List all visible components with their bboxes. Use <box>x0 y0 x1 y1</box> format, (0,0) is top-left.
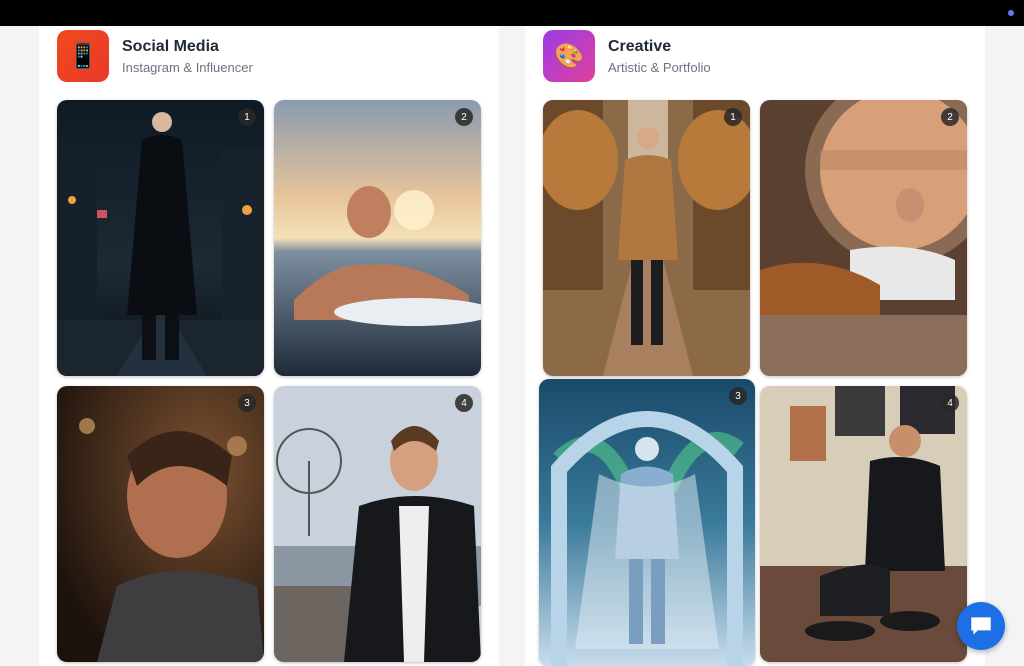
category-subtitle: Instagram & Influencer <box>122 60 253 75</box>
gallery-image[interactable]: 4 <box>760 386 967 662</box>
gallery-image[interactable]: 3 <box>539 379 755 666</box>
gallery-image[interactable]: 2 <box>760 100 967 376</box>
gallery-image[interactable]: 1 <box>543 100 750 376</box>
image-number-badge: 3 <box>238 394 256 412</box>
chat-button[interactable] <box>957 602 1005 650</box>
palette-icon: 🎨 <box>543 30 595 82</box>
category-card-social-media: 📱 Social Media Instagram & Influencer 1 <box>39 26 499 666</box>
category-subtitle: Artistic & Portfolio <box>608 60 711 75</box>
chat-icon <box>971 617 991 635</box>
category-card-creative: 🎨 Creative Artistic & Portfolio 1 2 3 4 <box>525 26 985 666</box>
image-number-badge: 2 <box>941 108 959 126</box>
image-number-badge: 4 <box>455 394 473 412</box>
phone-icon: 📱 <box>57 30 109 82</box>
top-bar <box>0 0 1024 26</box>
category-title: Social Media <box>122 38 219 55</box>
gallery-image[interactable]: 4 <box>274 386 481 662</box>
image-number-badge: 2 <box>455 108 473 126</box>
gallery-image[interactable]: 2 <box>274 100 481 376</box>
category-title: Creative <box>608 38 672 55</box>
image-number-badge: 1 <box>724 108 742 126</box>
image-number-badge: 1 <box>238 108 256 126</box>
gallery-image[interactable]: 1 <box>57 100 264 376</box>
category-header: 📱 Social Media Instagram & Influencer <box>57 30 253 82</box>
gallery-image[interactable]: 3 <box>57 386 264 662</box>
category-header: 🎨 Creative Artistic & Portfolio <box>543 30 711 82</box>
image-number-badge: 3 <box>729 387 747 405</box>
status-dot <box>1008 10 1014 16</box>
image-number-badge: 4 <box>941 394 959 412</box>
